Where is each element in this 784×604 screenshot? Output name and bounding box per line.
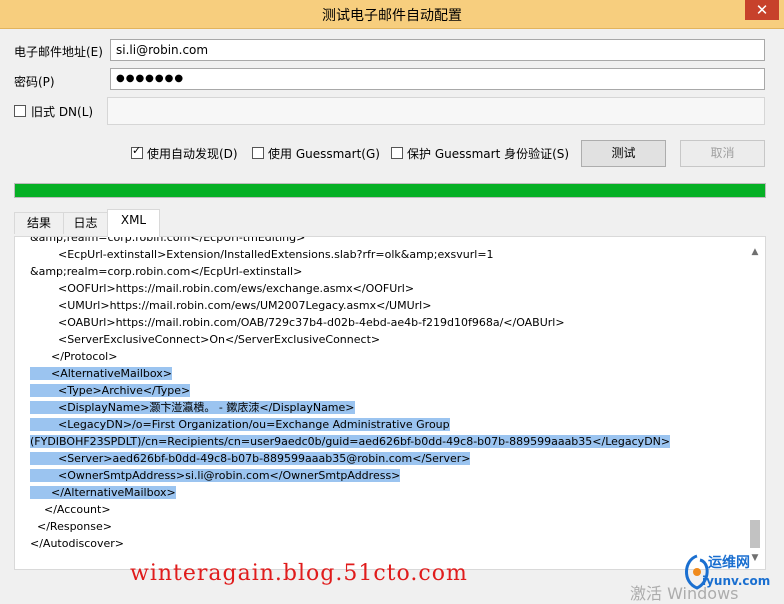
site-logo: 运维网 iyunv.com [680, 548, 780, 594]
autodiscover-checkbox[interactable] [131, 144, 143, 159]
xml-line: </Account> [30, 501, 735, 518]
xml-line: </AlternativeMailbox> [30, 484, 735, 501]
xml-line-text: <EcpUrl-extinstall>Extension/InstalledEx… [30, 248, 494, 261]
xml-line-text: </Autodiscover> [30, 537, 125, 550]
xml-content: &amp;realm=corp.robin.com</EcpUrl-tmEdit… [30, 236, 735, 552]
xml-line-text: &amp;realm=corp.robin.com</EcpUrl-extins… [30, 265, 303, 278]
xml-line-text: </Account> [30, 503, 111, 516]
xml-line: </Response> [30, 518, 735, 535]
tab-xml[interactable]: XML [107, 209, 160, 237]
scroll-up-icon[interactable]: ▲ [749, 247, 761, 259]
xml-line: </Protocol> [30, 348, 735, 365]
close-button[interactable]: ✕ [745, 0, 779, 20]
email-field[interactable]: si.li@robin.com [110, 39, 765, 61]
xml-line-text: <OOFUrl>https://mail.robin.com/ews/excha… [30, 282, 415, 295]
xml-line-text: </Protocol> [30, 350, 118, 363]
xml-line-text: <Type>Archive</Type> [30, 384, 191, 397]
cancel-button[interactable]: 取消 [680, 140, 765, 167]
xml-line: <EcpUrl-extinstall>Extension/InstalledEx… [30, 246, 735, 263]
email-label: 电子邮件地址(E) [14, 45, 103, 59]
xml-line-text: <OwnerSmtpAddress>si.li@robin.com</Owner… [30, 469, 401, 482]
window-title: 测试电子邮件自动配置 [322, 8, 462, 24]
tab-log[interactable]: 日志 [63, 212, 108, 234]
xml-panel[interactable]: &amp;realm=corp.robin.com</EcpUrl-tmEdit… [14, 236, 766, 570]
secure-guessmart-label: 保护 Guessmart 身份验证(S) [407, 147, 570, 161]
xml-line: <OABUrl>https://mail.robin.com/OAB/729c3… [30, 314, 735, 331]
xml-line: <OOFUrl>https://mail.robin.com/ews/excha… [30, 280, 735, 297]
xml-line-text: </Response> [30, 520, 112, 533]
xml-line: <ServerExclusiveConnect>On</ServerExclus… [30, 331, 735, 348]
xml-line: <OwnerSmtpAddress>si.li@robin.com</Owner… [30, 467, 735, 484]
xml-line-text: (FYDIBOHF23SPDLT)/cn=Recipients/cn=user9… [30, 435, 671, 448]
title-bar: 测试电子邮件自动配置 ✕ [0, 0, 784, 29]
guessmart-checkbox[interactable] [252, 147, 264, 159]
xml-line-text: <UMUrl>https://mail.robin.com/ews/UM2007… [30, 299, 432, 312]
legacy-dn-label: 旧式 DN(L) [31, 105, 94, 119]
xml-line: <Type>Archive</Type> [30, 382, 735, 399]
xml-line: &amp;realm=corp.robin.com</EcpUrl-tmEdit… [30, 236, 735, 246]
logo-text-main: 运维网 [708, 555, 750, 571]
password-field[interactable]: ●●●●●●● [110, 68, 765, 90]
xml-line-text: <OABUrl>https://mail.robin.com/OAB/729c3… [30, 316, 565, 329]
close-icon: ✕ [755, 1, 769, 19]
xml-line-text: <AlternativeMailbox> [30, 367, 172, 380]
xml-line: <Server>aed626bf-b0dd-49c8-b07b-889599aa… [30, 450, 735, 467]
xml-line: &amp;realm=corp.robin.com</EcpUrl-extins… [30, 263, 735, 280]
xml-line: <AlternativeMailbox> [30, 365, 735, 382]
progress-fill [15, 184, 765, 197]
password-label: 密码(P) [14, 75, 55, 89]
xml-line-text: <LegacyDN>/o=First Organization/ou=Excha… [30, 418, 450, 431]
xml-line: (FYDIBOHF23SPDLT)/cn=Recipients/cn=user9… [30, 433, 735, 450]
xml-line: </Autodiscover> [30, 535, 735, 552]
xml-line-text: </AlternativeMailbox> [30, 486, 176, 499]
logo-text-domain: iyunv.com [702, 574, 771, 588]
legacy-dn-checkbox[interactable] [14, 105, 26, 117]
xml-line-text: <DisplayName>灏卞湴瀛樻。 - 鏉庡洓</DisplayName> [30, 401, 355, 414]
guessmart-label: 使用 Guessmart(G) [268, 147, 380, 161]
xml-line-text: &amp;realm=corp.robin.com</EcpUrl-tmEdit… [30, 236, 306, 244]
vertical-scrollbar[interactable]: ▲ ▼ [749, 247, 761, 565]
scroll-thumb[interactable] [750, 520, 760, 548]
tab-results[interactable]: 结果 [14, 212, 64, 234]
xml-line-text: <Server>aed626bf-b0dd-49c8-b07b-889599aa… [30, 452, 471, 465]
xml-line: <LegacyDN>/o=First Organization/ou=Excha… [30, 416, 735, 433]
xml-line: <UMUrl>https://mail.robin.com/ews/UM2007… [30, 297, 735, 314]
test-button[interactable]: 测试 [581, 140, 666, 167]
xml-line-text: <ServerExclusiveConnect>On</ServerExclus… [30, 333, 381, 346]
secure-guessmart-checkbox[interactable] [391, 147, 403, 159]
xml-line: <DisplayName>灏卞湴瀛樻。 - 鏉庡洓</DisplayName> [30, 399, 735, 416]
legacy-dn-field[interactable] [107, 97, 765, 125]
blog-watermark: winteragain.blog.51cto.com [130, 561, 468, 586]
autodiscover-label: 使用自动发现(D) [147, 147, 238, 161]
progress-bar [14, 183, 766, 198]
